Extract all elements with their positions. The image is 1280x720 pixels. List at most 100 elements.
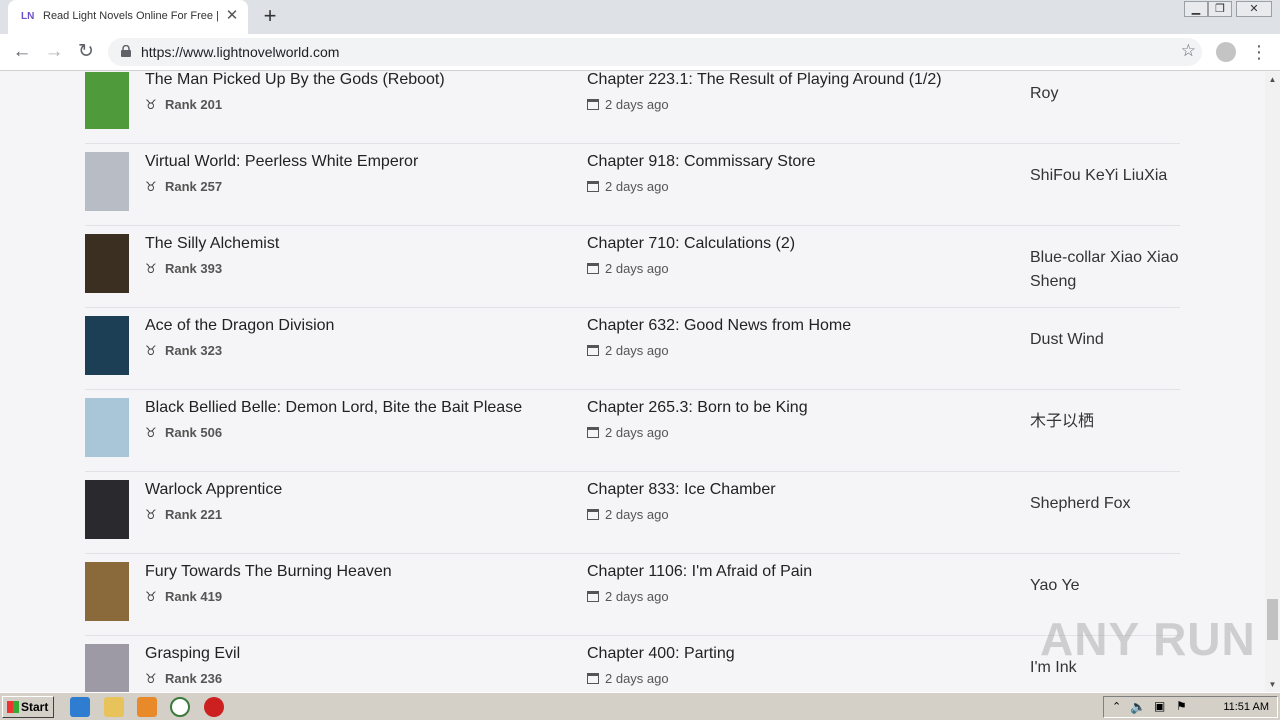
novel-list: The Man Picked Up By the Gods (Reboot) ♉… [85, 72, 1180, 692]
medal-icon: ♉ [145, 343, 157, 358]
novel-cover-image[interactable] [85, 152, 129, 211]
close-window-button[interactable]: ✕ [1236, 1, 1272, 17]
url-text[interactable]: https://www.lightnovelworld.com [141, 44, 339, 60]
novel-cover-image[interactable] [85, 316, 129, 375]
novel-title[interactable]: Black Bellied Belle: Demon Lord, Bite th… [145, 399, 522, 417]
novel-cover-image[interactable] [85, 480, 129, 539]
novel-rank: ♉ Rank 506 [145, 425, 222, 441]
calendar-icon [587, 591, 599, 602]
browser-toolbar: ← → ↻ https://www.lightnovelworld.com ☆ … [0, 34, 1280, 71]
novel-author: 木子以栖 [1030, 413, 1095, 430]
network-icon[interactable]: ▣ [1154, 699, 1165, 713]
security-alert-icon[interactable] [204, 697, 224, 717]
new-tab-button[interactable]: + [258, 5, 282, 29]
novel-row[interactable]: Fury Towards The Burning Heaven ♉ Rank 41… [85, 554, 1180, 636]
latest-chapter-link[interactable]: Chapter 223.1: The Result of Playing Aro… [587, 72, 942, 89]
tray-expand-icon[interactable]: ⌃ [1112, 700, 1121, 713]
novel-row[interactable]: The Silly Alchemist ♉ Rank 393 Chapter 71… [85, 226, 1180, 308]
novel-title[interactable]: Warlock Apprentice [145, 481, 282, 499]
bookmark-star-icon[interactable]: ☆ [1181, 41, 1196, 61]
forward-arrow-icon[interactable]: → [42, 40, 66, 64]
novel-author: ShiFou KeYi LiuXia [1030, 167, 1168, 184]
file-explorer-icon[interactable] [104, 697, 124, 717]
close-tab-icon[interactable]: ✕ [224, 8, 240, 24]
update-time-text: 2 days ago [605, 97, 669, 112]
action-center-flag-icon[interactable]: ⚑ [1176, 699, 1187, 713]
reload-icon[interactable]: ↻ [74, 40, 98, 64]
latest-chapter-link[interactable]: Chapter 918: Commissary Store [587, 153, 816, 171]
latest-chapter-link[interactable]: Chapter 265.3: Born to be King [587, 399, 808, 417]
novel-row[interactable]: Virtual World: Peerless White Emperor ♉ R… [85, 144, 1180, 226]
update-time-text: 2 days ago [605, 425, 669, 440]
update-time-text: 2 days ago [605, 671, 669, 686]
volume-icon[interactable]: 🔈 [1130, 699, 1146, 715]
latest-chapter-link[interactable]: Chapter 1106: I'm Afraid of Pain [587, 563, 812, 581]
latest-chapter-link[interactable]: Chapter 400: Parting [587, 645, 735, 663]
latest-chapter-link[interactable]: Chapter 833: Ice Chamber [587, 481, 776, 499]
novel-rank: ♉ Rank 201 [145, 97, 222, 113]
rank-text: Rank 393 [165, 261, 223, 276]
novel-cover-image[interactable] [85, 644, 129, 692]
update-time: 2 days ago [587, 671, 669, 686]
novel-author: Blue-collar Xiao Xiao Sheng [1030, 249, 1179, 290]
menu-dots-icon[interactable]: ⋮ [1250, 40, 1268, 64]
novel-cover-image[interactable] [85, 234, 129, 293]
update-time: 2 days ago [587, 589, 669, 604]
novel-row[interactable]: Warlock Apprentice ♉ Rank 221 Chapter 833… [85, 472, 1180, 554]
system-tray: ⌃ 🔈 ▣ ⚑ 11:51 AM [1103, 696, 1278, 718]
rank-text: Rank 221 [165, 507, 223, 522]
chrome-icon[interactable] [170, 697, 190, 717]
update-time-text: 2 days ago [605, 507, 669, 522]
novel-author: Roy [1030, 85, 1059, 102]
novel-title[interactable]: Ace of the Dragon Division [145, 317, 334, 335]
back-arrow-icon[interactable]: ← [10, 40, 34, 64]
novel-row[interactable]: Ace of the Dragon Division ♉ Rank 323 Cha… [85, 308, 1180, 390]
tab-title: Read Light Novels Online For Free | [43, 10, 218, 22]
page-viewport: The Man Picked Up By the Gods (Reboot) ♉… [0, 72, 1265, 692]
novel-row[interactable]: The Man Picked Up By the Gods (Reboot) ♉… [85, 72, 1180, 144]
site-favicon-icon: LN [21, 11, 35, 22]
novel-rank: ♉ Rank 221 [145, 507, 222, 523]
novel-author: Shepherd Fox [1030, 495, 1131, 512]
medal-icon: ♉ [145, 261, 157, 276]
latest-chapter-link[interactable]: Chapter 632: Good News from Home [587, 317, 851, 335]
tab-strip: LN Read Light Novels Online For Free | ✕… [0, 0, 1280, 34]
browser-tab[interactable]: LN Read Light Novels Online For Free | ✕ [8, 0, 248, 34]
novel-cover-image[interactable] [85, 72, 129, 129]
internet-explorer-icon[interactable] [70, 697, 90, 717]
windows-logo-icon [7, 701, 19, 713]
vertical-scrollbar[interactable]: ▲ ▼ [1265, 72, 1280, 692]
novel-row[interactable]: Grasping Evil ♉ Rank 236 Chapter 400: Par… [85, 636, 1180, 692]
novel-title[interactable]: Fury Towards The Burning Heaven [145, 563, 392, 581]
update-time-text: 2 days ago [605, 261, 669, 276]
latest-chapter-link[interactable]: Chapter 710: Calculations (2) [587, 235, 795, 253]
scrollbar-thumb[interactable] [1267, 599, 1278, 640]
rank-text: Rank 257 [165, 179, 223, 194]
calendar-icon [587, 181, 599, 192]
novel-title[interactable]: The Man Picked Up By the Gods (Reboot) [145, 72, 445, 89]
scroll-up-arrow-icon[interactable]: ▲ [1265, 72, 1280, 87]
novel-rank: ♉ Rank 393 [145, 261, 222, 277]
restore-window-button[interactable]: ❐ [1208, 1, 1232, 17]
taskbar-clock[interactable]: 11:51 AM [1223, 701, 1269, 713]
address-bar[interactable]: https://www.lightnovelworld.com ☆ [108, 38, 1202, 66]
novel-title[interactable]: Virtual World: Peerless White Emperor [145, 153, 418, 171]
media-player-icon[interactable] [137, 697, 157, 717]
minimize-window-button[interactable]: ▁ [1184, 1, 1208, 17]
update-time: 2 days ago [587, 97, 669, 112]
calendar-icon [587, 509, 599, 520]
novel-cover-image[interactable] [85, 562, 129, 621]
novel-author: Yao Ye [1030, 577, 1080, 594]
novel-title[interactable]: The Silly Alchemist [145, 235, 279, 253]
lock-icon [121, 45, 131, 57]
medal-icon: ♉ [145, 671, 157, 686]
scroll-down-arrow-icon[interactable]: ▼ [1265, 677, 1280, 692]
start-button[interactable]: Start [2, 696, 54, 718]
profile-avatar-icon[interactable] [1216, 42, 1236, 62]
windows-taskbar: Start ⌃ 🔈 ▣ ⚑ 11:51 AM [0, 692, 1280, 720]
update-time: 2 days ago [587, 507, 669, 522]
novel-row[interactable]: Black Bellied Belle: Demon Lord, Bite th… [85, 390, 1180, 472]
novel-title[interactable]: Grasping Evil [145, 645, 240, 663]
novel-cover-image[interactable] [85, 398, 129, 457]
anyrun-watermark: ANY RUN [1040, 613, 1256, 665]
